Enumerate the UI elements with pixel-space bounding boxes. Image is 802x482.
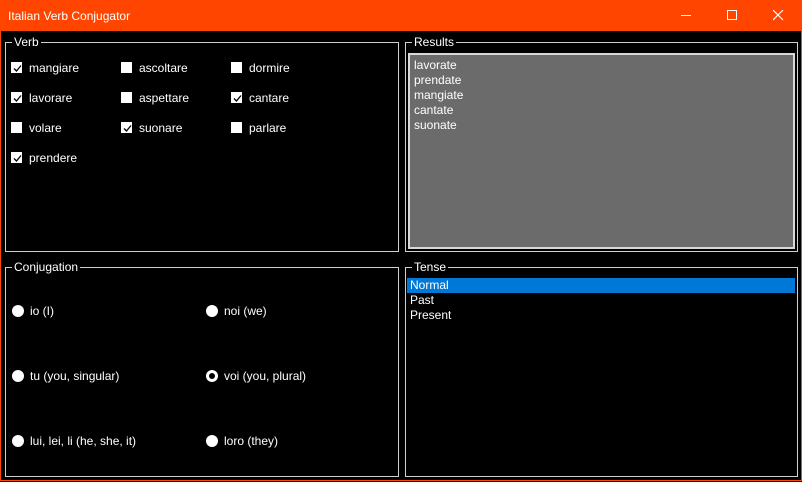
maximize-icon [727,10,737,20]
checkbox-box [231,122,242,133]
conjugation-group-legend: Conjugation [12,260,81,274]
radio-circle [12,305,24,317]
checkbox-box [11,92,22,103]
checkbox-box [11,152,22,163]
checkbox-box [121,122,132,133]
maximize-button[interactable] [709,0,755,31]
minimize-button[interactable] [663,0,709,31]
check-mark-icon [13,95,22,102]
results-group-legend: Results [412,35,457,49]
tense-item-normal[interactable]: Normal [407,278,795,293]
checkbox-box [231,92,242,103]
checkbox-box [11,62,22,73]
radio-label: lui, lei, li (he, she, it) [30,434,137,448]
radio-label: voi (you, plural) [224,369,307,383]
radio-circle-selected [206,370,218,382]
verb-label: suonare [139,121,183,135]
check-mark-icon [233,95,242,102]
minimize-icon [681,15,691,16]
close-icon [773,10,784,21]
verb-label: dormire [249,61,290,75]
result-line: suonate [414,118,457,132]
radio-label: noi (we) [224,304,267,318]
checkbox-box [121,62,132,73]
radio-label: loro (they) [224,434,279,448]
verb-label: aspettare [139,91,190,105]
radio-label: tu (you, singular) [30,369,120,383]
window-client-area: Verb mangiare ascoltare dormire lavorare… [0,31,802,481]
check-mark-icon [13,65,22,72]
verb-label: mangiare [29,61,80,75]
verb-label: cantare [249,91,290,105]
window-title: Italian Verb Conjugator [8,9,131,23]
verb-label: ascoltare [139,61,188,75]
verb-group-legend: Verb [12,35,41,49]
radio-circle [12,370,24,382]
verb-label: volare [29,121,62,135]
radio-circle [12,435,24,447]
results-textbox[interactable]: lavorate prendate mangiate cantate suona… [408,53,795,249]
radio-circle [206,435,218,447]
result-line: mangiate [414,88,464,102]
result-line: lavorate [414,58,457,72]
checkbox-box [231,62,242,73]
result-line: cantate [414,103,454,117]
result-line: prendate [414,73,462,87]
tense-item-past[interactable]: Past [407,293,795,308]
close-button[interactable] [755,0,801,31]
verb-label: parlare [249,121,287,135]
check-mark-icon [13,155,22,162]
check-mark-icon [123,125,132,132]
checkbox-box [11,122,22,133]
radio-circle [206,305,218,317]
tense-item-present[interactable]: Present [407,308,795,323]
title-bar[interactable]: Italian Verb Conjugator [0,0,802,31]
verb-label: prendere [29,151,78,165]
checkbox-box [121,92,132,103]
tense-group-legend: Tense [412,260,449,274]
verb-label: lavorare [29,91,73,105]
radio-label: io (I) [30,304,54,318]
